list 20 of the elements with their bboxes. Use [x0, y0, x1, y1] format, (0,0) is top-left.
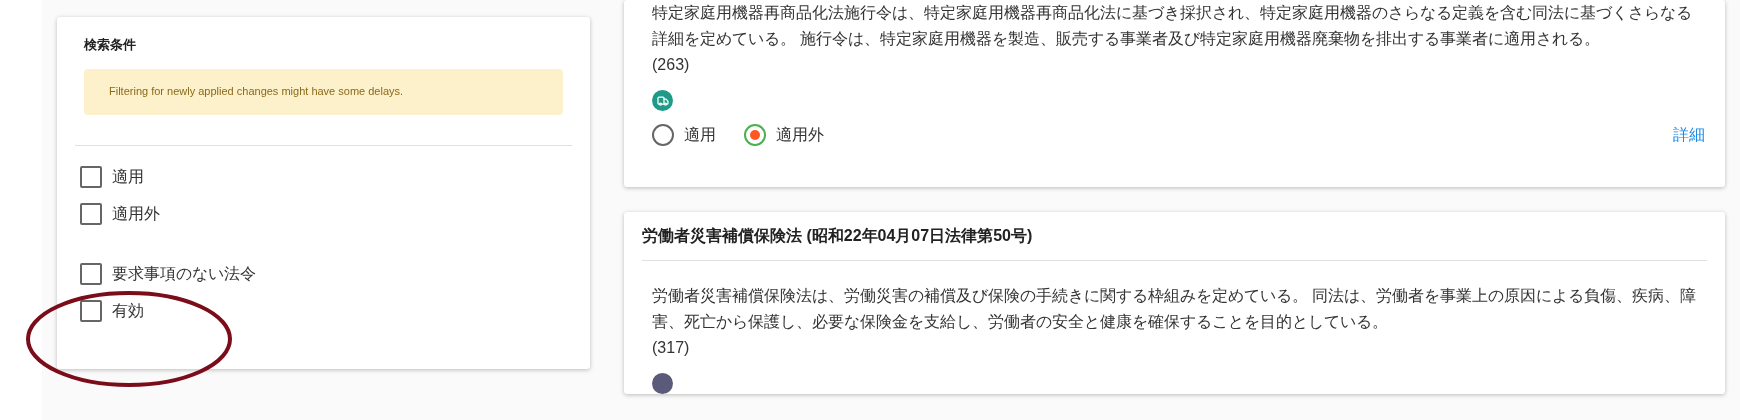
details-link[interactable]: 詳細	[1673, 123, 1705, 147]
filter-title: 検索条件	[82, 36, 136, 54]
checkbox[interactable]	[80, 299, 102, 322]
checkbox-label: 有効	[112, 300, 144, 321]
count: (263)	[652, 55, 690, 75]
checkbox[interactable]	[80, 262, 102, 285]
law-description: 特定家庭用機器再商品化法施行令は、特定家庭用機器再商品化法に基づき採択され、特定家庭用機器のさらなる定義を含む同法に基づくさらなる詳細を定めている。 施行令は、特定家庭用機器を製造、販売する事業者及び特定家庭用機器廃棄物を排出する事業者に適用される。	[652, 3, 1693, 49]
radio-button[interactable]	[652, 124, 674, 146]
checkbox[interactable]	[80, 165, 102, 188]
law-description: 労働者災害補償保険法は、労働災害の補償及び保険の手続きに関する枠組みを定めている。 同法は、労働者を事業上の原因による負傷、疾病、障害、死亡から保護し、必要な保険金を支給し、労働者の安全と健康を確保することを目的としている。	[652, 286, 1697, 332]
notice-banner: Filtering for newly applied changes might have some delays.	[84, 68, 563, 115]
law-title: 労働者災害補償保険法 (昭和22年04月07日法律第50号)	[642, 212, 1707, 261]
checkbox-label: 適用	[112, 166, 144, 187]
checkbox-label: 要求事項のない法令	[112, 263, 256, 284]
radio-label: 適用外	[776, 125, 824, 145]
radio-button[interactable]	[744, 124, 766, 146]
count: (317)	[652, 338, 690, 358]
checkbox[interactable]	[80, 202, 102, 225]
checkbox-label: 適用外	[112, 203, 160, 224]
radio-label: 適用	[684, 125, 716, 145]
